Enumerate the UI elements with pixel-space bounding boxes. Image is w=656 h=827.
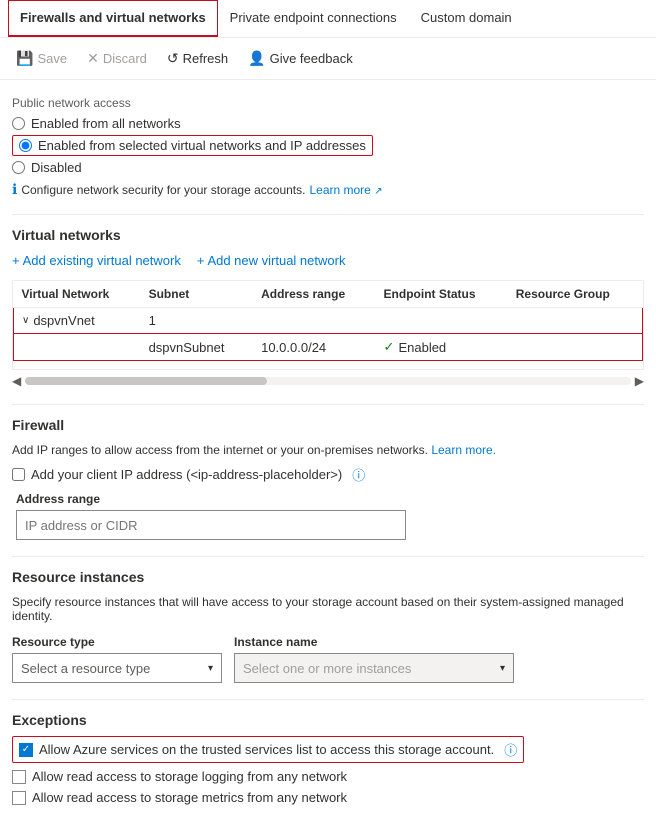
firewall-description: Add IP ranges to allow access from the i… [12,443,644,457]
virtual-networks-section: Virtual networks + Add existing virtual … [12,227,644,388]
add-links: + Add existing virtual network + Add new… [12,253,644,268]
public-network-section: Public network access Enabled from all n… [12,96,644,198]
refresh-button[interactable]: ↺ Refresh [159,46,236,71]
check-icon: ✓ [384,339,395,355]
col-endpoint-status: Endpoint Status [376,281,508,308]
feedback-button[interactable]: 👤 Give feedback [240,46,361,71]
firewall-learn-more[interactable]: Learn more. [431,443,496,457]
divider-1 [12,214,644,215]
exception-label-3: Allow read access to storage metrics fro… [32,790,347,805]
table-row-parent[interactable]: ∨ dspvnVnet 1 [14,308,643,334]
radio-group: Enabled from all networks Enabled from s… [12,116,644,175]
tab-private-endpoints[interactable]: Private endpoint connections [218,0,409,37]
exceptions-section: Exceptions ✓ Allow Azure services on the… [12,712,644,805]
instance-name-label: Instance name [234,635,514,649]
refresh-icon: ↺ [167,50,179,67]
save-icon: 💾 [16,50,33,67]
address-range-label: Address range [16,492,644,506]
checkbox-unchecked-2 [12,770,26,784]
exceptions-title: Exceptions [12,712,644,728]
radio-selected-networks[interactable]: Enabled from selected virtual networks a… [12,135,644,156]
virtual-networks-title: Virtual networks [12,227,644,243]
resource-type-label: Resource type [12,635,222,649]
col-address-range: Address range [253,281,375,308]
feedback-icon: 👤 [248,50,265,67]
checkbox-unchecked-3 [12,791,26,805]
tab-custom-domain[interactable]: Custom domain [409,0,524,37]
firewall-section: Firewall Add IP ranges to allow access f… [12,417,644,540]
plus-icon-existing: + [12,253,20,268]
scroll-right-icon[interactable]: ▶ [635,374,644,388]
main-content: Public network access Enabled from all n… [0,80,656,827]
exception-label-2: Allow read access to storage logging fro… [32,769,347,784]
chevron-down-icon-2: ▾ [500,663,505,674]
scroll-thumb [25,377,267,385]
col-resource-group: Resource Group [508,281,643,308]
info-icon: ℹ [12,181,17,198]
resource-row: Resource type Select a resource type ▾ I… [12,635,644,683]
scroll-left-icon[interactable]: ◀ [12,374,21,388]
scroll-track[interactable] [25,377,631,385]
tab-bar: Firewalls and virtual networks Private e… [0,0,656,38]
exception-item-2[interactable]: Allow read access to storage logging fro… [12,769,644,784]
resource-instances-section: Resource instances Specify resource inst… [12,569,644,683]
plus-icon-new: + [197,253,205,268]
resource-type-select[interactable]: Select a resource type ▾ [12,653,222,683]
chevron-down-icon: ▾ [208,663,213,674]
chevron-icon: ∨ [22,315,29,326]
address-range-field: Address range [16,492,644,540]
external-link-icon: ↗ [374,186,382,197]
exception-item-3[interactable]: Allow read access to storage metrics fro… [12,790,644,805]
client-ip-checkbox[interactable]: Add your client IP address (<ip-address-… [12,465,644,484]
radio-disabled[interactable]: Disabled [12,160,644,175]
col-subnet: Subnet [141,281,254,308]
instance-name-col: Instance name Select one or more instanc… [234,635,514,683]
checkbox-checked-icon: ✓ [19,743,33,757]
table-row-child[interactable]: dspvnSubnet 10.0.0.0/24 ✓ Enabled [14,334,643,361]
scroll-container: ◀ ▶ [12,374,644,388]
learn-more-link[interactable]: Learn more ↗ [309,183,382,197]
resource-instances-desc: Specify resource instances that will hav… [12,595,644,623]
resource-instances-title: Resource instances [12,569,644,585]
info-icon-exception: ⓘ [504,740,517,759]
save-button[interactable]: 💾 Save [8,46,75,71]
col-virtual-network: Virtual Network [14,281,141,308]
toolbar: 💾 Save ✕ Discard ↺ Refresh 👤 Give feedba… [0,38,656,80]
instance-name-select[interactable]: Select one or more instances ▾ [234,653,514,683]
divider-4 [12,699,644,700]
public-network-label: Public network access [12,96,644,110]
firewall-title: Firewall [12,417,644,433]
tab-firewalls[interactable]: Firewalls and virtual networks [8,0,218,37]
discard-button[interactable]: ✕ Discard [79,46,155,71]
info-text: ℹ Configure network security for your st… [12,181,644,198]
address-range-input[interactable] [16,510,406,540]
exception-label-1: Allow Azure services on the trusted serv… [39,742,494,757]
radio-all-networks[interactable]: Enabled from all networks [12,116,644,131]
add-new-link[interactable]: + Add new virtual network [197,253,346,268]
divider-2 [12,404,644,405]
discard-icon: ✕ [87,50,99,67]
exception-item-1[interactable]: ✓ Allow Azure services on the trusted se… [12,736,524,763]
add-existing-link[interactable]: + Add existing virtual network [12,253,181,268]
virtual-networks-table: Virtual Network Subnet Address range End… [13,281,643,361]
divider-3 [12,556,644,557]
info-circle-icon: ⓘ [352,465,365,484]
resource-type-col: Resource type Select a resource type ▾ [12,635,222,683]
virtual-networks-table-container: Virtual Network Subnet Address range End… [12,280,644,370]
